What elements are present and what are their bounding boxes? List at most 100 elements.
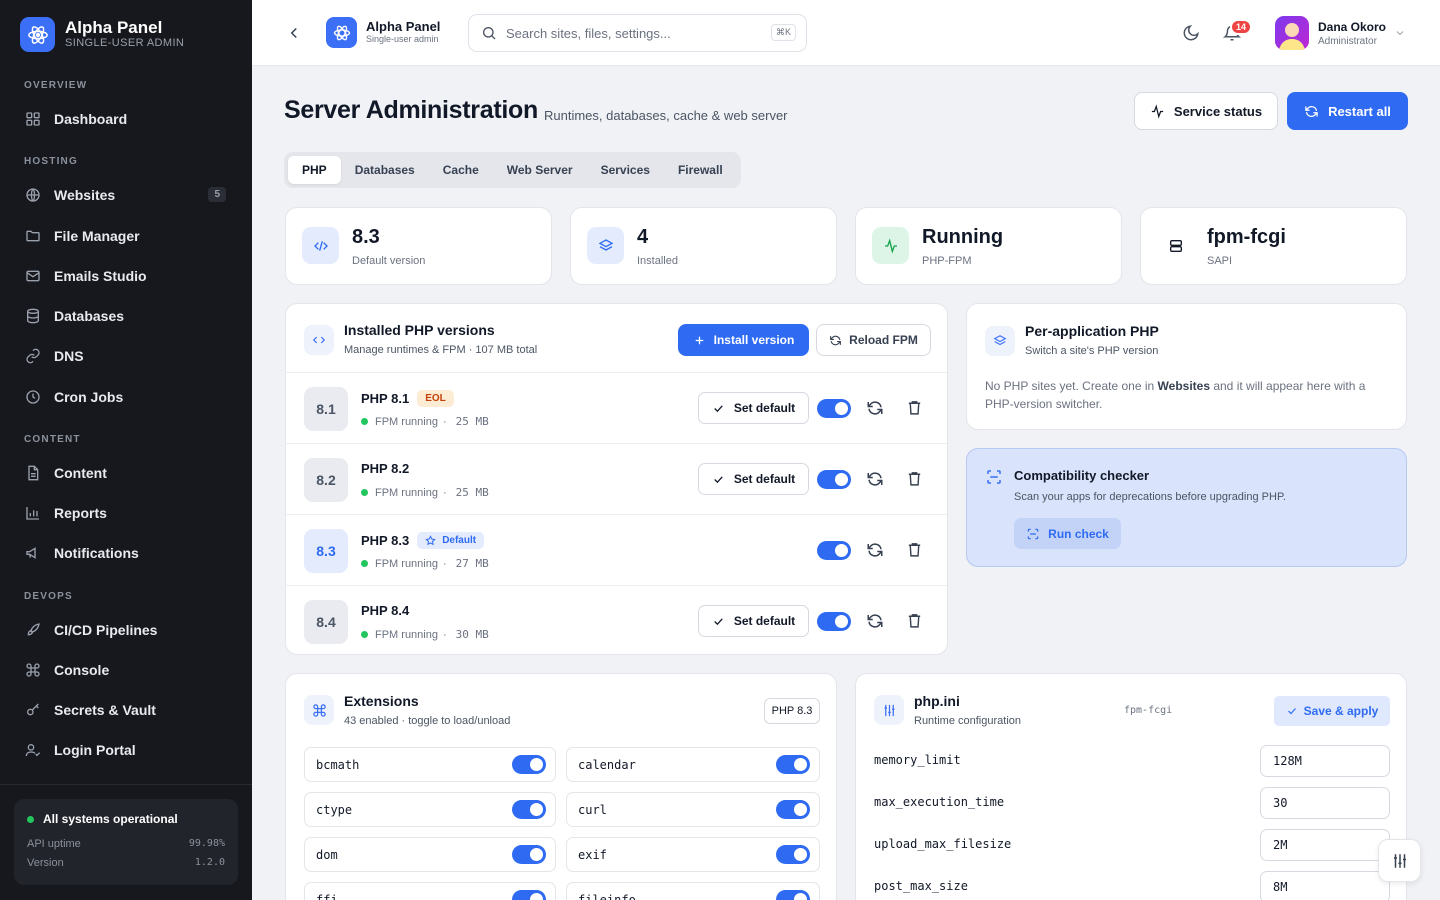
restart-version-refresh-icon[interactable] <box>866 541 884 559</box>
delete-trash-icon[interactable] <box>906 399 923 416</box>
sidebar-item-databases[interactable]: Databases <box>12 299 240 333</box>
sidebar-item-websites[interactable]: Websites 5 <box>12 178 240 212</box>
version-enabled-toggle[interactable] <box>817 612 851 631</box>
stat-label: Default version <box>352 255 426 267</box>
delete-trash-icon[interactable] <box>906 470 923 487</box>
theme-toggle-moon-icon[interactable] <box>1182 24 1200 42</box>
sidebar-item-console[interactable]: Console <box>12 653 240 687</box>
database-icon <box>24 307 42 325</box>
service-status-button[interactable]: Service status <box>1134 92 1278 130</box>
set-default-button[interactable]: Set default <box>698 605 809 637</box>
user-role: Administrator <box>1318 36 1377 47</box>
tab-web-server[interactable]: Web Server <box>493 156 587 184</box>
php-ini-sapi: fpm-fcgi <box>1124 705 1173 716</box>
check-icon <box>712 615 725 628</box>
save-apply-button[interactable]: Save & apply <box>1274 696 1390 726</box>
activity-icon <box>1150 103 1165 119</box>
restart-version-refresh-icon[interactable] <box>866 612 884 630</box>
php-version-row: 8.3 PHP 8.3 Default FPM running · 27 MB <box>286 514 947 585</box>
brand[interactable]: Alpha Panel SINGLE-USER ADMIN <box>20 17 184 52</box>
sidebar-item-label: File Manager <box>54 228 140 244</box>
extension-item: calendar <box>566 747 820 782</box>
folder-icon <box>24 227 42 245</box>
ini-value-input[interactable] <box>1260 745 1390 777</box>
ini-value-input[interactable] <box>1260 829 1390 861</box>
sidebar-item-login-portal[interactable]: Login Portal <box>12 733 240 767</box>
stat-label: Installed <box>637 255 678 267</box>
extension-toggle[interactable] <box>512 845 546 864</box>
websites-link[interactable]: Websites <box>1158 379 1210 393</box>
nav-section-hosting: HOSTING <box>24 156 78 167</box>
ini-setting-row: max_execution_time <box>874 787 1390 819</box>
customizer-sliders-icon[interactable] <box>1378 839 1421 882</box>
extension-toggle[interactable] <box>512 800 546 819</box>
reload-fpm-button[interactable]: Reload FPM <box>816 324 931 356</box>
tab-php[interactable]: PHP <box>288 156 341 184</box>
sidebar-item-secrets-vault[interactable]: Secrets & Vault <box>12 693 240 727</box>
user-menu[interactable]: Dana Okoro Administrator <box>1318 20 1386 47</box>
restart-version-refresh-icon[interactable] <box>866 399 884 417</box>
run-check-button[interactable]: Run check <box>1014 518 1121 549</box>
per-app-empty-text: No PHP sites yet. Create one in Websites… <box>985 377 1390 413</box>
version-name: PHP 8.4 <box>361 603 410 618</box>
sidebar-item-dashboard[interactable]: Dashboard <box>12 102 240 136</box>
extensions-version-select[interactable]: PHP 8.3 <box>764 698 820 724</box>
set-default-button[interactable]: Set default <box>698 463 809 495</box>
extension-toggle[interactable] <box>776 890 810 900</box>
rocket-icon <box>24 621 42 639</box>
extension-toggle[interactable] <box>776 800 810 819</box>
sidebar-item-emails-studio[interactable]: Emails Studio <box>12 259 240 293</box>
search-icon <box>481 25 497 41</box>
stat-value: fpm-fcgi <box>1207 226 1286 248</box>
set-default-button[interactable]: Set default <box>698 392 809 424</box>
check-icon <box>1286 705 1298 717</box>
ini-value-input[interactable] <box>1260 871 1390 900</box>
restart-version-refresh-icon[interactable] <box>866 470 884 488</box>
sidebar-item-cron-jobs[interactable]: Cron Jobs <box>12 380 240 414</box>
extension-item: fileinfo <box>566 882 820 900</box>
extension-toggle[interactable] <box>776 845 810 864</box>
scan-icon <box>985 468 1003 486</box>
stat-value: 8.3 <box>352 226 380 248</box>
version-name: PHP 8.1 <box>361 391 410 406</box>
ini-setting-row: memory_limit <box>874 745 1390 777</box>
topbar-logo-atom-icon[interactable] <box>326 17 357 48</box>
ini-value-input[interactable] <box>1260 787 1390 819</box>
sidebar-item-cicd-pipelines[interactable]: CI/CD Pipelines <box>12 613 240 647</box>
delete-trash-icon[interactable] <box>906 541 923 558</box>
chevron-down-icon[interactable] <box>1394 27 1406 39</box>
tab-services[interactable]: Services <box>587 156 664 184</box>
search-input[interactable] <box>506 25 761 41</box>
back-chevron-icon[interactable] <box>285 24 303 42</box>
extension-item: ctype <box>304 792 556 827</box>
sidebar-item-dns[interactable]: DNS <box>12 339 240 373</box>
extension-toggle[interactable] <box>776 755 810 774</box>
install-version-button[interactable]: Install version <box>678 324 809 356</box>
extension-name: exif <box>578 847 607 862</box>
tab-firewall[interactable]: Firewall <box>664 156 737 184</box>
php-version-row: 8.2 PHP 8.2 FPM running · 25 MB Set defaul… <box>286 443 947 514</box>
sliders-icon <box>874 695 904 725</box>
compat-subtitle: Scan your apps for deprecations before u… <box>1014 491 1286 503</box>
sidebar-item-notifications[interactable]: Notifications <box>12 536 240 570</box>
version-enabled-toggle[interactable] <box>817 541 851 560</box>
tab-databases[interactable]: Databases <box>341 156 429 184</box>
sidebar-item-label: Notifications <box>54 545 139 561</box>
restart-all-button[interactable]: Restart all <box>1287 92 1408 130</box>
version-name: PHP 8.2 <box>361 461 410 476</box>
search-box[interactable]: ⌘K <box>468 14 807 52</box>
sidebar-item-label: Console <box>54 662 110 678</box>
version-enabled-toggle[interactable] <box>817 399 851 418</box>
extension-toggle[interactable] <box>512 755 546 774</box>
sidebar-item-file-manager[interactable]: File Manager <box>12 219 240 253</box>
version-enabled-toggle[interactable] <box>817 470 851 489</box>
sidebar-item-content[interactable]: Content <box>12 456 240 490</box>
sidebar-item-label: Databases <box>54 308 125 324</box>
extension-toggle[interactable] <box>512 890 546 900</box>
sidebar-item-reports[interactable]: Reports <box>12 496 240 530</box>
avatar[interactable] <box>1275 16 1309 50</box>
run-check-label: Run check <box>1048 526 1109 541</box>
delete-trash-icon[interactable] <box>906 612 923 629</box>
tab-cache[interactable]: Cache <box>429 156 493 184</box>
page-title: Server Administration <box>284 96 538 124</box>
